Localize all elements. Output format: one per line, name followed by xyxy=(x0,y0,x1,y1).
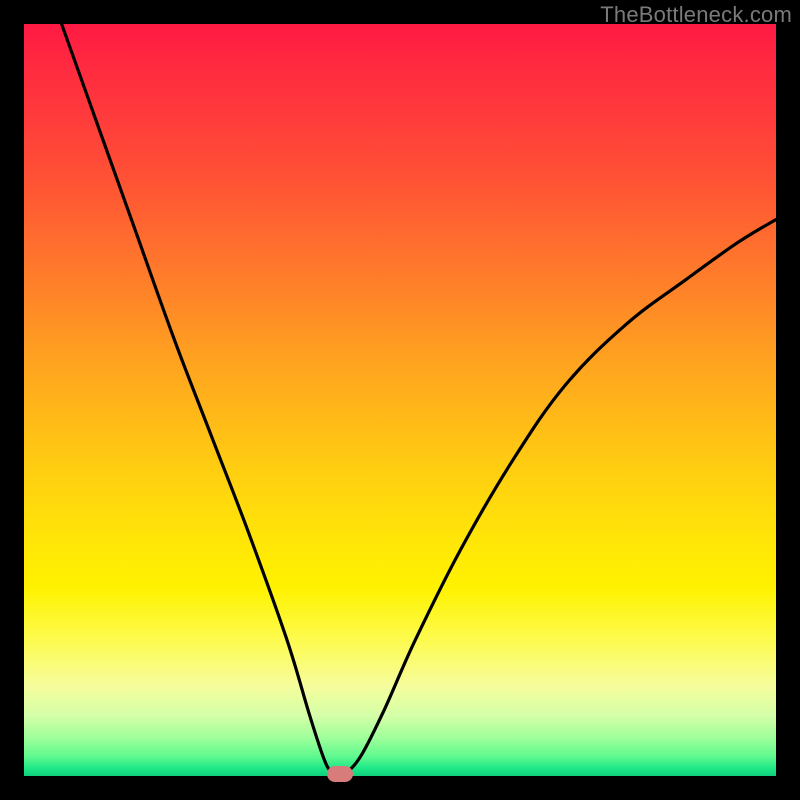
bottleneck-curve xyxy=(24,24,776,776)
chart-frame: TheBottleneck.com xyxy=(0,0,800,800)
curve-path xyxy=(62,24,776,776)
optimum-marker xyxy=(327,766,353,782)
plot-area xyxy=(24,24,776,776)
